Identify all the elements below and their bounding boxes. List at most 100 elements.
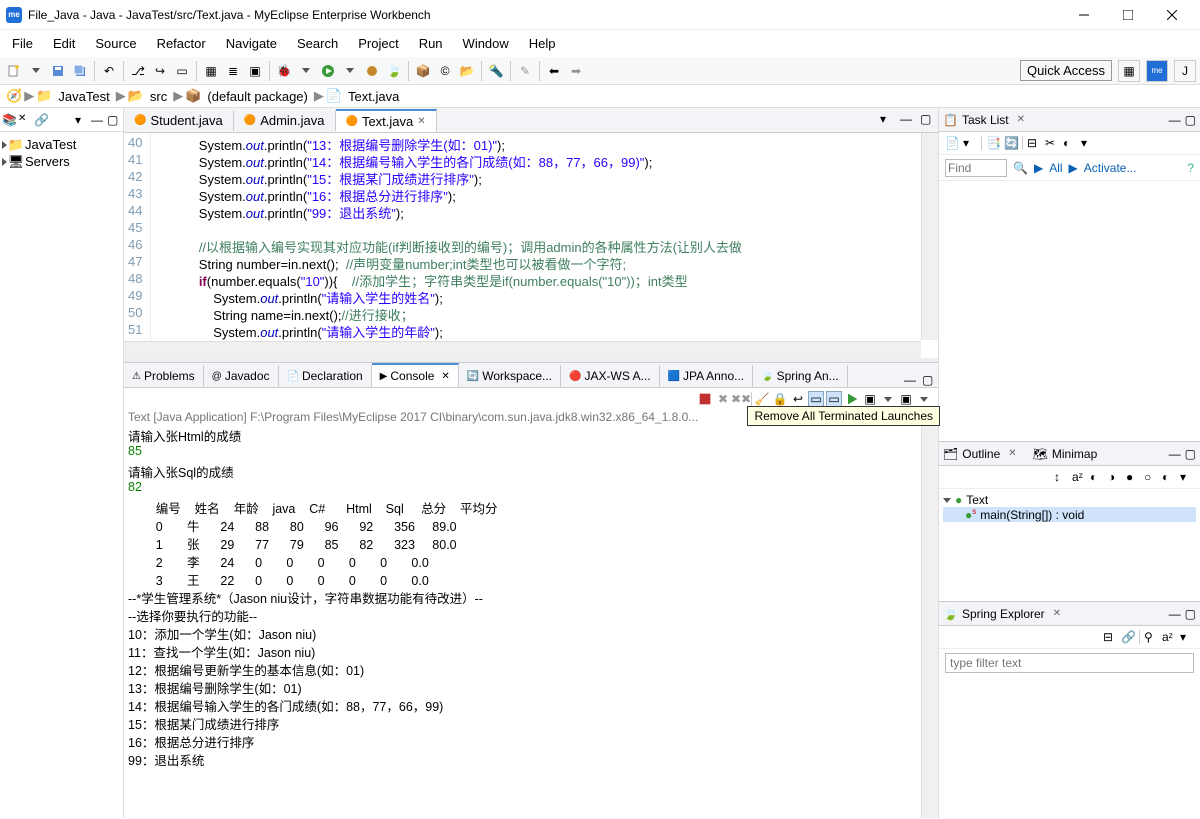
wand-button[interactable]: ✎ (515, 61, 535, 81)
editor-vertical-scrollbar[interactable] (921, 133, 938, 340)
maximize-view-icon[interactable]: ▢ (107, 113, 121, 127)
breadcrumb-item[interactable]: src (146, 89, 171, 104)
search-icon[interactable]: 🔍 (1013, 161, 1028, 175)
minimize-view-icon[interactable]: ― (1169, 447, 1181, 461)
maximize-button[interactable] (1106, 1, 1150, 29)
maximize-view-icon[interactable]: ▢ (1185, 607, 1196, 621)
close-icon[interactable]: ✕ (417, 116, 425, 127)
bottom-tab-console[interactable]: ▶Console✕ (372, 363, 459, 387)
bottom-tab-jpa[interactable]: 🟦JPA Anno... (660, 365, 754, 387)
show-console-button[interactable]: ▭ (808, 391, 824, 407)
scissors-icon[interactable]: ✂ (1045, 136, 1059, 150)
java-perspective-button[interactable]: me (1146, 60, 1168, 82)
chevron-down-icon[interactable] (943, 498, 951, 503)
outline-method[interactable]: main(String[]) : void (980, 508, 1084, 522)
open-type-button[interactable]: 📂 (457, 61, 477, 81)
hide-nonpublic-button[interactable]: ● (1126, 470, 1140, 484)
outline-tree[interactable]: ● Text ●s main(String[]) : void (939, 489, 1200, 601)
new-button[interactable] (4, 61, 24, 81)
editor-tab[interactable]: 🟠Text.java✕ (336, 109, 437, 132)
spring-filter-input[interactable] (945, 653, 1194, 673)
console-view[interactable]: Text [Java Application] F:\Program Files… (124, 410, 938, 818)
coverage-button[interactable]: 🍃 (384, 61, 404, 81)
close-icon[interactable]: ✕ (441, 371, 449, 382)
close-button[interactable] (1150, 1, 1194, 29)
sort-button[interactable]: aᶻ (1162, 630, 1176, 644)
runlast-button[interactable] (362, 61, 382, 81)
minimize-view-icon[interactable]: ― (1169, 113, 1181, 127)
sync-button[interactable]: 🔄 (1004, 136, 1018, 150)
view-menu-icon[interactable]: ▾ (75, 113, 89, 127)
run-button[interactable] (318, 61, 338, 81)
menu-help[interactable]: Help (521, 32, 564, 55)
save-button[interactable] (48, 61, 68, 81)
save-all-button[interactable] (70, 61, 90, 81)
menu-run[interactable]: Run (411, 32, 451, 55)
remove-all-button[interactable]: ✖✖ (733, 391, 749, 407)
task-all-link[interactable]: All (1049, 161, 1062, 175)
hide-static-button[interactable]: ◑ (1108, 470, 1122, 484)
menu-window[interactable]: Window (455, 32, 517, 55)
focus-button[interactable]: ◐ (1063, 136, 1077, 150)
other-perspective-button[interactable]: J (1174, 60, 1196, 82)
code-editor[interactable]: 40414243444546474849505152 System.out.pr… (124, 133, 938, 358)
bottom-tab-spring[interactable]: 🍃Spring An... (753, 365, 848, 387)
grid-button[interactable]: ▦ (201, 61, 221, 81)
chevron-right-icon[interactable] (2, 158, 7, 166)
code-area[interactable]: System.out.println("13：根据编号删除学生(如：01)");… (151, 133, 938, 358)
open-perspective-button[interactable]: ▦ (1118, 60, 1140, 82)
filter-button[interactable]: ⚲ (1144, 630, 1158, 644)
bottom-tab-decl[interactable]: 📄Declaration (279, 365, 372, 387)
editor-tab[interactable]: 🟠Admin.java (234, 110, 336, 131)
menu-refactor[interactable]: Refactor (149, 32, 214, 55)
breadcrumb-item[interactable]: JavaTest (54, 89, 113, 104)
view-menu-icon[interactable]: ▾ (1180, 470, 1194, 484)
task-find-input[interactable] (945, 159, 1007, 177)
hide-local-button[interactable]: ○ (1144, 470, 1158, 484)
list-editor-icon[interactable]: ▾ (880, 112, 896, 128)
az-button[interactable]: aᶻ (1072, 470, 1086, 484)
task-activate-link[interactable]: Activate... (1084, 161, 1137, 175)
dropdown-icon[interactable]: ▾ (963, 136, 977, 150)
outline-root[interactable]: Text (966, 493, 988, 507)
breadcrumb-item[interactable]: Text.java (344, 89, 403, 104)
minimize-view-icon[interactable]: ― (1169, 607, 1181, 621)
close-icon[interactable]: ✕ (18, 113, 32, 127)
outline-button[interactable]: ⎇ (128, 61, 148, 81)
step-button[interactable]: ↪ (150, 61, 170, 81)
minimize-view-icon[interactable]: ― (91, 113, 105, 127)
focus-button[interactable]: ◐ (1162, 470, 1176, 484)
remove-launch-button[interactable]: ✖ (715, 391, 731, 407)
min-editor-icon[interactable]: ― (900, 112, 916, 128)
debug-dropdown[interactable] (296, 61, 316, 81)
list-button[interactable]: ≣ (223, 61, 243, 81)
bottom-tab-javadoc[interactable]: @Javadoc (204, 365, 279, 387)
bottom-tab-ws[interactable]: 🔄Workspace... (459, 365, 561, 387)
tree-node[interactable]: 📁JavaTest (2, 136, 121, 153)
close-icon[interactable]: ✕ (1017, 114, 1025, 125)
breadcrumb-item[interactable]: (default package) (203, 89, 311, 104)
minimize-button[interactable] (1062, 1, 1106, 29)
menu-edit[interactable]: Edit (45, 32, 83, 55)
console-dropdown-2[interactable] (916, 391, 932, 407)
max-bottom-icon[interactable]: ▢ (922, 373, 936, 387)
close-icon[interactable]: ✕ (1053, 608, 1061, 619)
quick-access-input[interactable]: Quick Access (1020, 60, 1112, 81)
bottom-tab-jaxws[interactable]: 🔴JAX-WS A... (561, 365, 659, 387)
view-menu-icon[interactable]: ▾ (1081, 136, 1095, 150)
console-dropdown-1[interactable] (880, 391, 896, 407)
word-wrap-button[interactable]: ↩ (790, 391, 806, 407)
new-dropdown[interactable] (26, 61, 46, 81)
link-editor-icon[interactable]: 🔗 (34, 113, 48, 127)
new-task-button[interactable]: 📄 (945, 136, 959, 150)
new-package-button[interactable]: 📦 (413, 61, 433, 81)
max-editor-icon[interactable]: ▢ (920, 112, 936, 128)
min-bottom-icon[interactable]: ― (904, 373, 918, 387)
sort-button[interactable]: ↕ (1054, 470, 1068, 484)
view-menu-icon[interactable]: ▾ (1180, 630, 1194, 644)
collapse-button[interactable]: ⊟ (1103, 630, 1117, 644)
search-button[interactable]: 🔦 (486, 61, 506, 81)
collapse-button[interactable]: ⊟ (1027, 136, 1041, 150)
hide-fields-button[interactable]: ◐ (1090, 470, 1104, 484)
pin-console-button[interactable]: ▭ (826, 391, 842, 407)
